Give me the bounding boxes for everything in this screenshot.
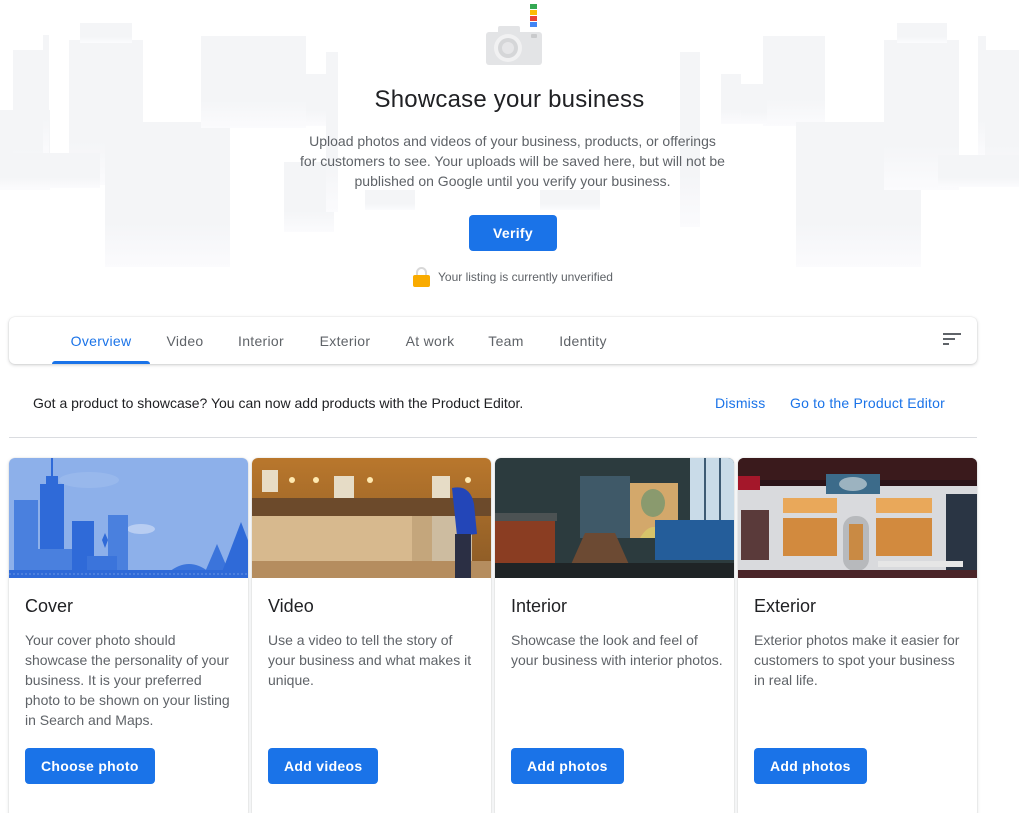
card-description: Showcase the look and feel of your busin… bbox=[511, 632, 723, 668]
card-description: Exterior photos make it easier for custo… bbox=[754, 632, 960, 688]
hero-description: Upload photos and videos of your busines… bbox=[300, 133, 725, 189]
card-title: Interior bbox=[511, 596, 568, 616]
card-cover: Cover Your cover photo should showcase t… bbox=[9, 458, 248, 813]
card-exterior: Exterior Exterior photos make it easier … bbox=[738, 458, 977, 813]
add-videos-button[interactable]: Add videos bbox=[268, 748, 379, 784]
tab-team[interactable]: Team bbox=[479, 317, 533, 364]
product-editor-link[interactable]: Go to the Product Editor bbox=[790, 395, 945, 411]
tab-video[interactable]: Video bbox=[155, 317, 215, 364]
card-video: Video Use a video to tell the story of y… bbox=[252, 458, 491, 813]
product-editor-banner: Got a product to showcase? You can now a… bbox=[9, 383, 977, 423]
tab-interior[interactable]: Interior bbox=[227, 317, 295, 364]
page-title: Showcase your business bbox=[374, 86, 645, 113]
banner-message: Got a product to showcase? You can now a… bbox=[33, 395, 524, 411]
choose-photo-button[interactable]: Choose photo bbox=[25, 748, 155, 784]
card-title: Video bbox=[268, 596, 314, 616]
card-title: Exterior bbox=[754, 596, 817, 616]
card-interior: Interior Showcase the look and feel of y… bbox=[495, 458, 734, 813]
verify-button[interactable]: Verify bbox=[469, 215, 557, 251]
card-title: Cover bbox=[25, 596, 74, 616]
card-description: Use a video to tell the story of your bu… bbox=[268, 632, 472, 688]
lock-icon bbox=[413, 266, 430, 288]
city-skyline-illustration bbox=[9, 458, 248, 578]
verification-status-text: Your listing is currently unverified bbox=[438, 270, 613, 284]
tab-exterior[interactable]: Exterior bbox=[309, 317, 381, 364]
camera-icon bbox=[486, 4, 542, 65]
sort-icon[interactable] bbox=[943, 333, 963, 347]
tab-identity[interactable]: Identity bbox=[547, 317, 619, 364]
hero-section: Showcase your business Upload photos and… bbox=[0, 0, 1019, 300]
add-exterior-photos-button[interactable]: Add photos bbox=[754, 748, 867, 784]
restaurant-interior-photo bbox=[495, 458, 734, 578]
add-interior-photos-button[interactable]: Add photos bbox=[511, 748, 624, 784]
dismiss-link[interactable]: Dismiss bbox=[715, 395, 765, 411]
storefront-exterior-photo bbox=[738, 458, 977, 578]
tab-at-work[interactable]: At work bbox=[395, 317, 465, 364]
tab-overview[interactable]: Overview bbox=[52, 317, 150, 364]
tab-bar: Overview Video Interior Exterior At work… bbox=[9, 317, 977, 364]
verification-status: Your listing is currently unverified bbox=[413, 266, 613, 288]
shop-counter-photo bbox=[252, 458, 491, 578]
divider bbox=[9, 437, 977, 438]
card-description: Your cover photo should showcase the per… bbox=[25, 632, 230, 728]
